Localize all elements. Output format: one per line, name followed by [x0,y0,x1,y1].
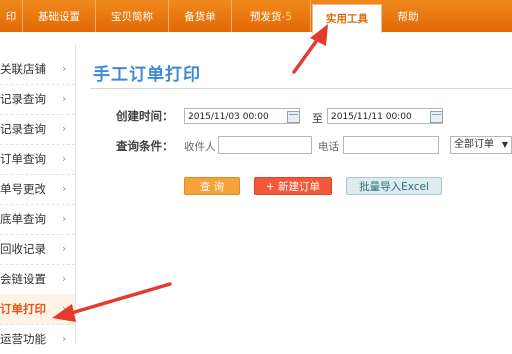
annotation-arrows [52,24,328,322]
arrow-to-tools-tab [292,24,328,74]
arrow-to-order-print [52,282,172,322]
